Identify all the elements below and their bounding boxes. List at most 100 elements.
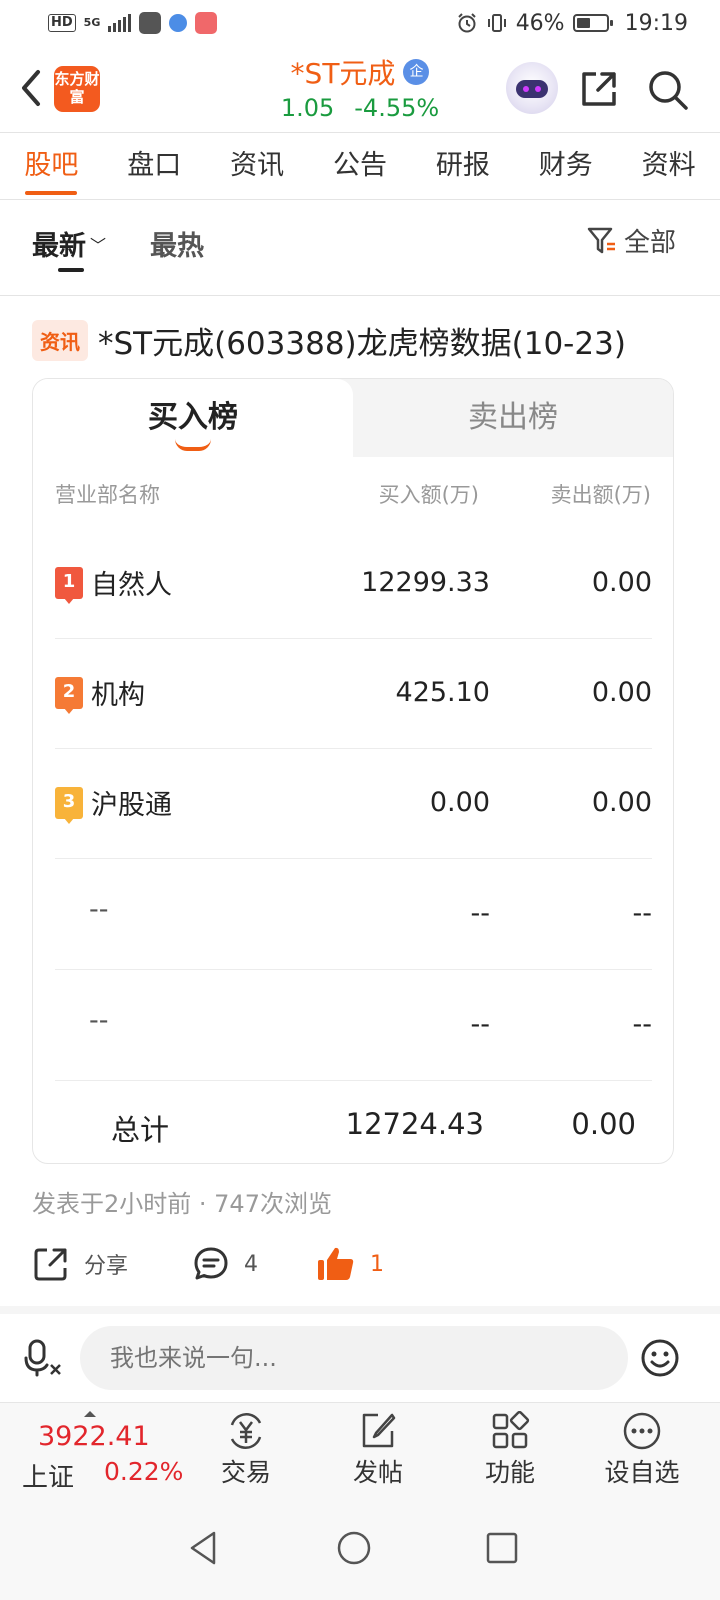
brand-logo[interactable]: 东方财富 bbox=[54, 66, 100, 112]
sort-hot-button[interactable]: 最热 bbox=[150, 224, 204, 263]
vibrate-icon bbox=[487, 14, 506, 32]
post-actions: 分享 4 1 bbox=[32, 1240, 692, 1290]
broker-name: 沪股通 bbox=[91, 790, 172, 821]
caret-up-icon bbox=[84, 1411, 96, 1417]
rank-badge: 2 bbox=[55, 677, 83, 714]
network-type: 5G bbox=[83, 16, 101, 29]
sort-active-indicator bbox=[58, 268, 84, 272]
total-row: 总计 12724.43 0.00 bbox=[55, 1083, 652, 1163]
sort-divider bbox=[0, 295, 720, 296]
column-header-sell: 卖出额(万) bbox=[550, 483, 651, 507]
stock-header: 东方财富 *ST元成 企 1.05 -4.55% bbox=[0, 46, 720, 132]
filter-icon bbox=[587, 227, 615, 253]
browser-notification-icon bbox=[169, 14, 188, 32]
buy-amount: 12299.33 bbox=[361, 567, 490, 598]
watchlist-label: 设自选 bbox=[604, 1458, 680, 1487]
section-separator bbox=[0, 1306, 720, 1314]
sort-latest-button[interactable]: 最新 ﹀ bbox=[32, 224, 106, 263]
sort-latest-label: 最新 bbox=[32, 231, 86, 262]
tab-guba[interactable]: 股吧 bbox=[0, 133, 103, 199]
thumbs-up-icon bbox=[318, 1247, 354, 1280]
filter-label: 全部 bbox=[623, 228, 676, 258]
hd-indicator: HD bbox=[48, 14, 76, 32]
column-header-broker: 营业部名称 bbox=[55, 483, 160, 507]
buy-amount: 425.10 bbox=[395, 677, 490, 708]
yuan-exchange-icon bbox=[230, 1413, 262, 1449]
emoji-icon[interactable] bbox=[640, 1338, 680, 1378]
sell-amount: -- bbox=[632, 898, 653, 929]
battery-icon bbox=[572, 14, 613, 32]
robot-avatar[interactable] bbox=[506, 62, 558, 114]
functions-label: 功能 bbox=[484, 1458, 535, 1487]
tab-sell-list[interactable]: 卖出榜 bbox=[353, 379, 673, 457]
bottom-toolbar: 3922.41 上证 0.22% 交易 发帖 功能 设自选 bbox=[0, 1402, 720, 1494]
signal-icon bbox=[108, 14, 132, 32]
comment-input[interactable] bbox=[80, 1326, 628, 1390]
table-row[interactable]: 1 自然人 12299.33 0.00 bbox=[55, 529, 652, 639]
comment-button[interactable]: 4 bbox=[192, 1240, 258, 1288]
status-right: 46% 19:19 bbox=[456, 11, 688, 36]
filter-button[interactable]: 全部 bbox=[586, 222, 676, 259]
table-row[interactable]: 2 机构 425.10 0.00 bbox=[55, 639, 652, 749]
enterprise-badge: 企 bbox=[403, 59, 430, 85]
add-watchlist-button[interactable]: 设自选 bbox=[592, 1407, 692, 1489]
chevron-down-icon: ﹀ bbox=[90, 236, 107, 255]
share-icon[interactable] bbox=[578, 68, 620, 110]
post-button[interactable]: 发帖 bbox=[328, 1407, 428, 1489]
table-row[interactable]: 3 沪股通 0.00 0.00 bbox=[55, 749, 652, 859]
more-circle-icon bbox=[623, 1412, 661, 1450]
system-navigation-bar bbox=[0, 1494, 720, 1600]
table-row: -- -- -- bbox=[55, 971, 652, 1081]
voice-icon[interactable] bbox=[24, 1338, 64, 1378]
tab-buy-list[interactable]: 买入榜 bbox=[33, 379, 353, 457]
news-tag: 资讯 bbox=[32, 320, 88, 361]
broker-name: -- bbox=[89, 894, 109, 925]
search-icon[interactable] bbox=[646, 68, 690, 112]
sort-row: 最新 ﹀ 最热 全部 bbox=[0, 200, 720, 295]
tab-bar: 股吧 盘口 资讯 公告 研报 财务 资料 bbox=[0, 133, 720, 199]
comment-icon bbox=[194, 1247, 228, 1280]
nav-back-icon[interactable] bbox=[184, 1528, 224, 1568]
share-icon bbox=[34, 1248, 67, 1281]
stock-change: -4.55% bbox=[354, 94, 440, 122]
status-bar: HD 5G 46% 19:19 bbox=[0, 0, 720, 46]
share-button[interactable]: 分享 bbox=[32, 1240, 128, 1288]
trade-label: 交易 bbox=[220, 1458, 271, 1487]
trading-list-card: 买入榜 卖出榜 营业部名称 买入额(万) 卖出额(万) 1 自然人 12299.… bbox=[32, 378, 674, 1164]
buy-amount: 0.00 bbox=[429, 787, 490, 818]
share-label: 分享 bbox=[84, 1254, 129, 1279]
like-button[interactable]: 1 bbox=[316, 1240, 384, 1288]
stock-title-block[interactable]: *ST元成 企 1.05 -4.55% bbox=[200, 52, 520, 122]
edit-icon bbox=[362, 1413, 396, 1448]
status-left: HD 5G bbox=[48, 12, 218, 34]
tab-research[interactable]: 研报 bbox=[411, 133, 514, 199]
tab-finance[interactable]: 财务 bbox=[514, 133, 617, 199]
total-buy-amount: 12724.43 bbox=[345, 1107, 484, 1141]
trade-button[interactable]: 交易 bbox=[196, 1407, 296, 1489]
comment-bar bbox=[0, 1314, 720, 1402]
tab-profile[interactable]: 资料 bbox=[617, 133, 720, 199]
post-title[interactable]: 资讯 *ST元成(603388)龙虎榜数据(10-23) bbox=[32, 318, 692, 363]
tab-pankou[interactable]: 盘口 bbox=[103, 133, 206, 199]
tab-buy-list-label: 买入榜 bbox=[148, 400, 238, 435]
alarm-icon bbox=[457, 13, 476, 33]
nav-home-icon[interactable] bbox=[334, 1528, 374, 1568]
rank-badge: 1 bbox=[55, 567, 83, 604]
functions-button[interactable]: 功能 bbox=[460, 1407, 560, 1489]
post-label: 发帖 bbox=[352, 1458, 403, 1487]
active-tab-indicator bbox=[175, 439, 211, 451]
index-value: 3922.41 bbox=[38, 1421, 150, 1452]
tab-announcements[interactable]: 公告 bbox=[309, 133, 412, 199]
sell-amount: 0.00 bbox=[591, 567, 652, 598]
table-row: -- -- -- bbox=[55, 860, 652, 970]
rank-badge: 3 bbox=[55, 787, 83, 824]
back-arrow-icon[interactable] bbox=[14, 64, 48, 112]
broker-name: -- bbox=[89, 1005, 109, 1036]
stock-name: *ST元成 bbox=[290, 57, 396, 90]
robot-face-icon bbox=[516, 80, 548, 98]
nav-recents-icon[interactable] bbox=[482, 1528, 522, 1568]
total-sell-amount: 0.00 bbox=[571, 1107, 636, 1141]
tab-news[interactable]: 资讯 bbox=[206, 133, 309, 199]
like-count: 1 bbox=[370, 1251, 384, 1277]
broker-name: 自然人 bbox=[91, 570, 172, 601]
